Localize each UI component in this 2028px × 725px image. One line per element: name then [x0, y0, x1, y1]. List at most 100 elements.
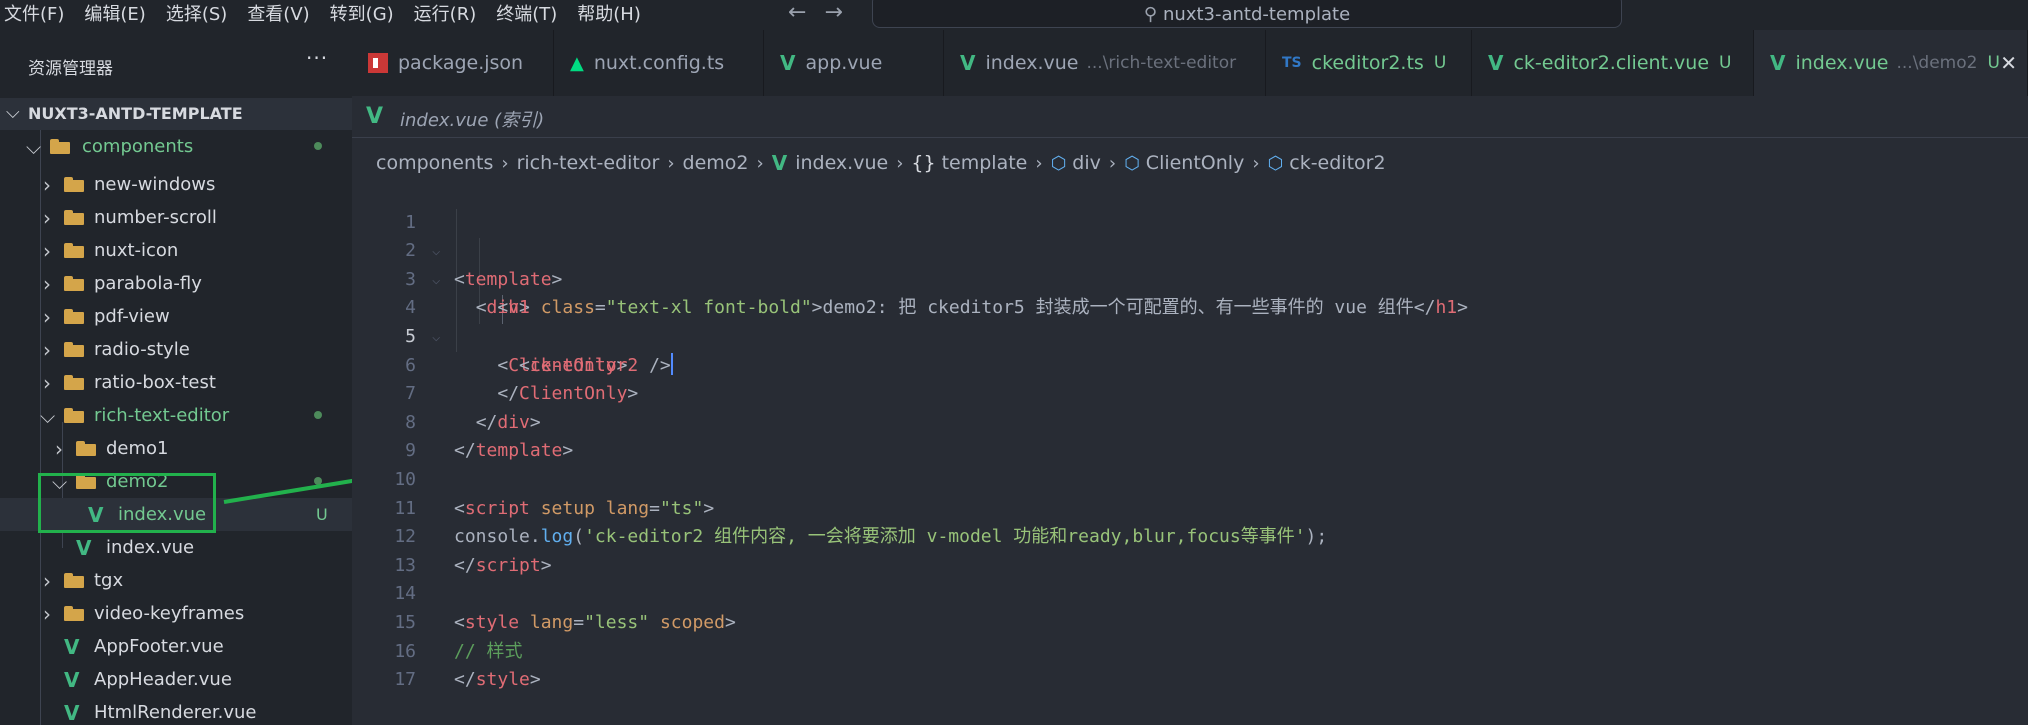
tab-label: ck-editor2.client.vue — [1513, 52, 1710, 74]
code-line: 8 </template> — [352, 380, 2028, 462]
tree-folder-parabola-fly[interactable]: › parabola-fly — [0, 267, 352, 300]
tab-app-vue[interactable]: V app.vue — [764, 30, 944, 96]
folder-icon — [64, 276, 84, 291]
menu-terminal[interactable]: 终端(T) — [486, 0, 567, 26]
editor-tabs: package.json ▲ nuxt.config.ts V app.vue … — [352, 30, 2028, 96]
tab-label: nuxt.config.ts — [593, 52, 725, 74]
modified-dot-icon — [314, 411, 322, 419]
tree-file-appfooter[interactable]: V AppFooter.vue — [0, 630, 352, 663]
tree-item-label: nuxt-icon — [94, 240, 179, 261]
code-line: 17 — [352, 638, 2028, 690]
explorer-title: 资源管理器 — [28, 59, 113, 79]
cube-icon: ⬡ — [1267, 152, 1284, 174]
npm-icon — [368, 53, 388, 73]
tree-folder-frc-scroll[interactable]: frc-scroll — [0, 148, 352, 168]
tab-rich-text-editor-index-vue[interactable]: V index.vue ...\rich-text-editor — [944, 30, 1266, 96]
menu-run[interactable]: 运行(R) — [404, 0, 487, 26]
tree-folder-radio-style[interactable]: › radio-style — [0, 333, 352, 366]
code-line: 13 — [352, 523, 2028, 576]
tree-folder-new-windows[interactable]: › new-windows — [0, 168, 352, 201]
menu-go[interactable]: 转到(G) — [320, 0, 404, 26]
chevron-right-icon: › — [756, 152, 764, 174]
menu-selection[interactable]: 选择(S) — [156, 0, 237, 26]
tab-path: ...\rich-text-editor — [1086, 53, 1237, 73]
breadcrumb-item[interactable]: demo2 — [683, 152, 749, 174]
folder-icon — [64, 309, 84, 324]
line-number: 17 — [394, 669, 416, 691]
chevron-right-icon: › — [667, 152, 675, 174]
tab-ck-editor2-client-vue[interactable]: V ck-editor2.client.vue U — [1472, 30, 1754, 96]
nuxt-icon: ▲ — [570, 52, 584, 74]
vue-file-icon: V — [64, 667, 80, 692]
editor-pane: V index.vue (索引) components › rich-text-… — [352, 96, 2028, 725]
ts-icon: TS — [1282, 55, 1302, 71]
vue-icon: V — [1488, 51, 1504, 75]
tree-item-label: tgx — [94, 570, 124, 591]
command-center-search[interactable]: ⚲ nuxt3-antd-template — [872, 0, 1622, 28]
breadcrumb-item[interactable]: components — [376, 152, 493, 174]
tree-file-rich-text-editor-index-vue[interactable]: V index.vue — [0, 531, 352, 564]
explorer-header: 资源管理器 ··· — [0, 30, 352, 98]
tree-folder-video-keyframes[interactable]: › video-keyframes — [0, 597, 352, 630]
chevron-right-icon: › — [43, 568, 51, 593]
vue-file-icon: V — [64, 700, 80, 725]
chevron-right-icon: › — [43, 370, 51, 395]
cube-icon: ⬡ — [1124, 152, 1140, 174]
folder-icon — [64, 243, 84, 258]
more-actions-icon[interactable]: ··· — [306, 46, 328, 70]
chevron-right-icon: › — [1035, 152, 1043, 174]
tree-file-htmlrenderer[interactable]: V HtmlRenderer.vue — [0, 696, 352, 725]
tree-folder-rich-text-editor[interactable]: ⌵ rich-text-editor — [0, 399, 352, 432]
breadcrumb-item[interactable]: rich-text-editor — [517, 152, 660, 174]
forward-arrow-icon[interactable]: → — [824, 0, 842, 25]
tab-demo2-index-vue[interactable]: V index.vue ...\demo2 U ✕ — [1754, 30, 2028, 96]
tree-item-label: AppHeader.vue — [94, 669, 232, 690]
tree-folder-tgx[interactable]: › tgx — [0, 564, 352, 597]
folder-icon — [64, 573, 84, 588]
chevron-right-icon: › — [55, 436, 63, 461]
vue-icon: V — [960, 51, 976, 75]
tree-folder-pdf-view[interactable]: › pdf-view — [0, 300, 352, 333]
chevron-down-icon: ⌵ — [6, 102, 20, 123]
tree-folder-nuxt-icon[interactable]: › nuxt-icon — [0, 234, 352, 267]
close-icon[interactable]: ✕ — [2000, 51, 2017, 75]
breadcrumb-item[interactable]: div — [1072, 152, 1101, 174]
tree-file-appheader[interactable]: V AppHeader.vue — [0, 663, 352, 696]
menu-edit[interactable]: 编辑(E) — [74, 0, 155, 26]
tab-ckeditor2-ts[interactable]: TS ckeditor2.ts U — [1266, 30, 1472, 96]
tree-item-label: pdf-view — [94, 306, 170, 327]
breadcrumb: components › rich-text-editor › demo2 › … — [376, 148, 1386, 178]
tab-label: package.json — [398, 52, 524, 74]
code-line: 16 </style> — [352, 609, 2028, 691]
menu-help[interactable]: 帮助(H) — [567, 0, 651, 26]
tree-item-label: rich-text-editor — [94, 405, 230, 426]
braces-icon: {} — [911, 152, 936, 174]
breadcrumb-item[interactable]: ClientOnly — [1146, 152, 1245, 174]
tab-label: index.vue — [1795, 52, 1889, 74]
chevron-right-icon: › — [43, 205, 51, 230]
peek-header: V index.vue (索引) — [352, 96, 2028, 138]
chevron-right-icon: › — [1252, 152, 1260, 174]
project-section-header[interactable]: ⌵ NUXT3-ANTD-TEMPLATE — [0, 98, 352, 130]
breadcrumb-item[interactable]: index.vue — [795, 152, 888, 174]
tree-folder-ratio-box-test[interactable]: › ratio-box-test — [0, 366, 352, 399]
code-line: 12 </script> — [352, 495, 2028, 576]
menu-view[interactable]: 查看(V) — [237, 0, 319, 26]
tree-item-label: demo1 — [106, 438, 169, 459]
breadcrumb-item[interactable]: template — [942, 152, 1028, 174]
tree-item-label: number-scroll — [94, 207, 217, 228]
code-line: 9 — [352, 409, 2028, 461]
back-arrow-icon[interactable]: ← — [788, 0, 806, 25]
vue-file-icon: V — [64, 634, 80, 659]
chevron-right-icon: › — [43, 271, 51, 296]
folder-open-icon — [64, 408, 84, 423]
code-line: 11 console.log('ck-editor2 组件内容, 一会将要添加 … — [352, 466, 2028, 548]
vue-icon: V — [771, 151, 788, 175]
tree-folder-number-scroll[interactable]: › number-scroll — [0, 201, 352, 234]
tab-label: app.vue — [805, 52, 883, 74]
tree-item-label: HtmlRenderer.vue — [94, 702, 257, 723]
breadcrumb-item[interactable]: ck-editor2 — [1289, 152, 1385, 174]
tab-package-json[interactable]: package.json — [352, 30, 554, 96]
tab-nuxt-config[interactable]: ▲ nuxt.config.ts — [554, 30, 764, 96]
menu-file[interactable]: 文件(F) — [0, 0, 74, 26]
